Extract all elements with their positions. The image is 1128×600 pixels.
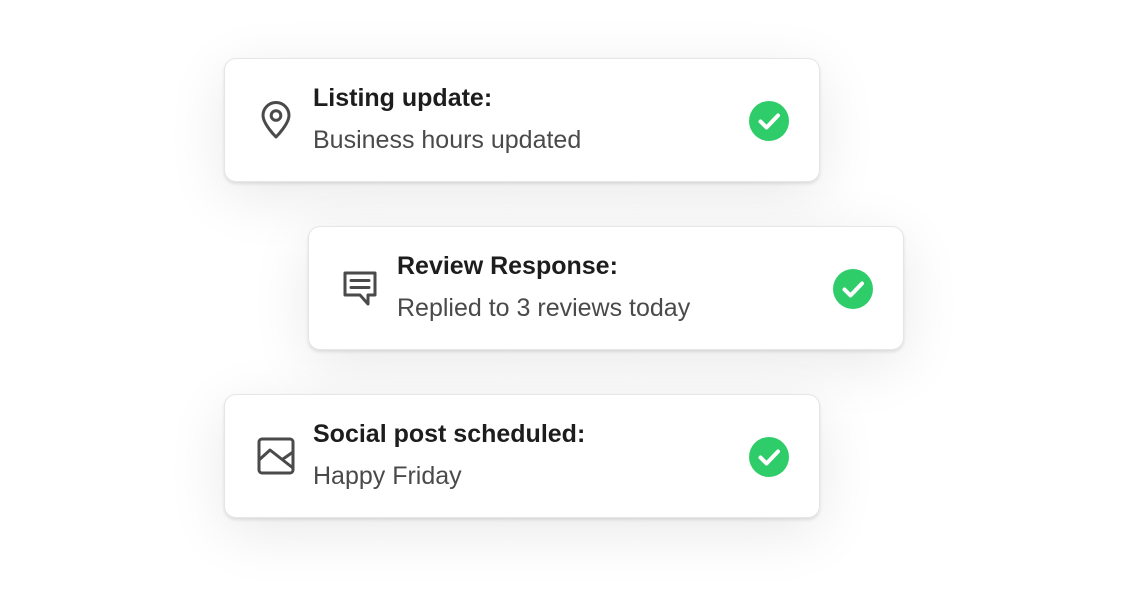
notification-card-review-response: Review Response: Replied to 3 reviews to… xyxy=(308,226,904,350)
location-pin-icon xyxy=(256,100,296,140)
notification-card-social-post: Social post scheduled: Happy Friday xyxy=(224,394,820,518)
check-circle-icon xyxy=(749,437,789,477)
check-circle-icon xyxy=(833,269,873,309)
card-subtitle: Replied to 3 reviews today xyxy=(397,294,691,322)
notification-card-listing-update: Listing update: Business hours updated xyxy=(224,58,820,182)
check-circle-icon xyxy=(749,101,789,141)
card-title: Social post scheduled: xyxy=(313,420,586,448)
card-title: Review Response: xyxy=(397,252,618,280)
image-icon xyxy=(256,436,296,476)
card-subtitle: Business hours updated xyxy=(313,126,582,154)
card-subtitle: Happy Friday xyxy=(313,462,462,490)
card-title: Listing update: xyxy=(313,84,493,112)
chat-bubble-icon xyxy=(340,268,380,308)
